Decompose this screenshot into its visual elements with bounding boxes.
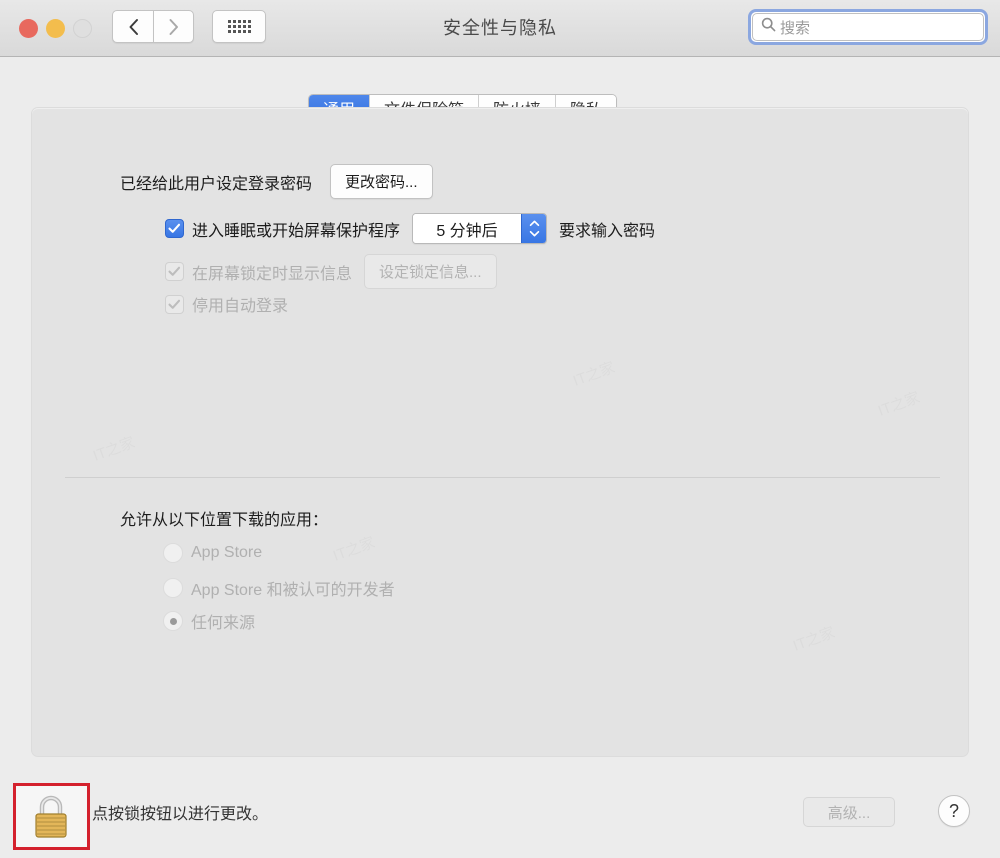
watermark: IT之家 [330, 531, 378, 566]
radio-appstore [163, 543, 183, 563]
radio-appstore-label: App Store [191, 544, 263, 561]
radio-appstore-identified-label: App Store 和被认可的开发者 [191, 582, 395, 599]
radio-anywhere [163, 611, 183, 631]
lock-closed-icon[interactable] [28, 793, 74, 841]
disable-auto-login-row: 停用自动登录 [165, 292, 288, 316]
password-delay-value: 5 分钟后 [413, 214, 522, 243]
require-password-row: 进入睡眠或开始屏幕保护程序 5 分钟后 要求输入密码 [165, 213, 655, 244]
radio-selected-dot [169, 617, 177, 625]
download-option-appstore-identified: App Store 和被认可的开发者 [163, 576, 395, 600]
system-preferences-window: 安全性与隐私 搜索 通用 文件保险箱 防火墙 隐私 IT之家 IT之家 IT之家… [0, 0, 1000, 858]
stepper-arrows-icon[interactable] [521, 214, 547, 243]
change-password-button[interactable]: 更改密码... [330, 164, 433, 199]
require-password-checkbox[interactable] [165, 219, 184, 238]
download-option-appstore: App Store [163, 543, 262, 563]
allow-downloads-heading-row: 允许从以下位置下载的应用： [120, 506, 328, 530]
show-lock-message-row: 在屏幕锁定时显示信息 设定锁定信息... [165, 254, 497, 289]
search-field-focus-ring: 搜索 [748, 9, 988, 45]
watermark: IT之家 [875, 386, 923, 421]
show-lock-message-label: 在屏幕锁定时显示信息 [192, 265, 353, 283]
disable-auto-login-checkbox [165, 294, 184, 314]
watermark: IT之家 [570, 356, 618, 391]
download-option-anywhere: 任何来源 [163, 609, 255, 633]
general-settings-panel: IT之家 IT之家 IT之家 IT之家 IT之家 已经给此用户设定登录密码 更改… [32, 108, 968, 756]
allow-downloads-heading: 允许从以下位置下载的应用： [120, 512, 329, 529]
search-placeholder: 搜索 [780, 19, 811, 37]
login-password-row: 已经给此用户设定登录密码 更改密码... [120, 164, 433, 199]
section-divider [65, 477, 940, 478]
require-password-label-after: 要求输入密码 [559, 222, 656, 240]
lock-hint-text: 点按锁按钮以进行更改。 [92, 806, 269, 823]
window-titlebar: 安全性与隐私 搜索 [0, 0, 1000, 57]
disable-auto-login-label: 停用自动登录 [192, 298, 289, 315]
radio-appstore-identified [163, 578, 183, 598]
password-delay-stepper[interactable]: 5 分钟后 [412, 213, 548, 244]
watermark: IT之家 [90, 431, 138, 466]
watermark: IT之家 [790, 621, 838, 656]
radio-anywhere-label: 任何来源 [191, 615, 256, 632]
search-field[interactable]: 搜索 [752, 13, 984, 41]
set-lock-message-button: 设定锁定信息... [364, 254, 497, 289]
search-icon [761, 17, 776, 37]
help-button[interactable]: ? [938, 795, 970, 827]
advanced-button: 高级... [803, 797, 895, 827]
login-password-status: 已经给此用户设定登录密码 [120, 175, 313, 193]
show-lock-message-checkbox [165, 262, 184, 281]
require-password-label-before: 进入睡眠或开始屏幕保护程序 [192, 222, 401, 240]
